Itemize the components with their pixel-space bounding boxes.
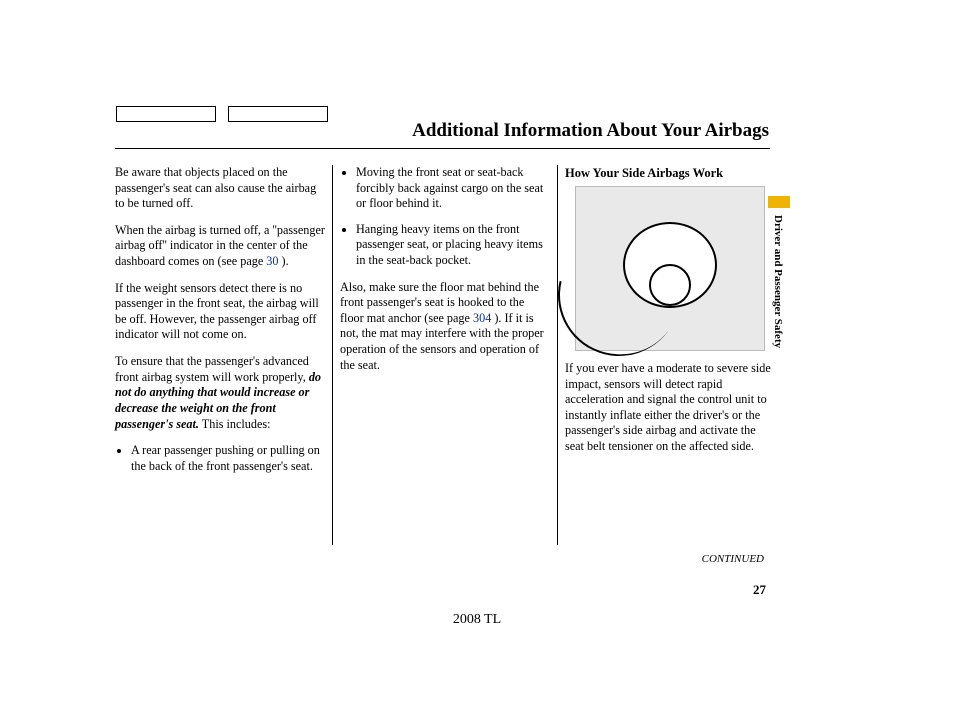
text: When the airbag is turned off, a ''passe… bbox=[115, 223, 325, 268]
page-ref-link[interactable]: 304 bbox=[473, 311, 491, 325]
column-divider bbox=[557, 165, 558, 545]
paragraph: If the weight sensors detect there is no… bbox=[115, 281, 325, 343]
tab-box bbox=[228, 106, 328, 122]
column-divider bbox=[332, 165, 333, 545]
sub-heading: How Your Side Airbags Work bbox=[565, 165, 775, 181]
paragraph: Also, make sure the floor mat behind the… bbox=[340, 280, 550, 374]
page-number: 27 bbox=[753, 582, 766, 598]
title-rule bbox=[115, 148, 770, 149]
list-item: Hanging heavy items on the front passeng… bbox=[356, 222, 550, 269]
body-columns: Be aware that objects placed on the pass… bbox=[115, 165, 775, 545]
bullet-list: Moving the front seat or seat-back forci… bbox=[340, 165, 550, 269]
text: To ensure that the passenger's advanced … bbox=[115, 354, 309, 384]
paragraph: When the airbag is turned off, a ''passe… bbox=[115, 223, 325, 270]
list-item: A rear passenger pushing or pulling on t… bbox=[131, 443, 325, 474]
bullet-list: A rear passenger pushing or pulling on t… bbox=[115, 443, 325, 474]
text: This includes: bbox=[199, 417, 271, 431]
occupant-head-icon bbox=[649, 264, 691, 306]
column-3: How Your Side Airbags Work If you ever h… bbox=[565, 165, 775, 545]
page-ref-link[interactable]: 30 bbox=[266, 254, 278, 268]
side-airbag-illustration bbox=[575, 186, 765, 351]
column-1: Be aware that objects placed on the pass… bbox=[115, 165, 325, 545]
paragraph: Be aware that objects placed on the pass… bbox=[115, 165, 325, 212]
continued-label: CONTINUED bbox=[702, 553, 764, 565]
footer-model: 2008 TL bbox=[0, 612, 954, 628]
paragraph: To ensure that the passenger's advanced … bbox=[115, 354, 325, 432]
tab-box bbox=[116, 106, 216, 122]
list-item: Moving the front seat or seat-back forci… bbox=[356, 165, 550, 212]
paragraph: If you ever have a moderate to severe si… bbox=[565, 361, 775, 455]
text: ). bbox=[278, 254, 288, 268]
top-tab-boxes bbox=[116, 106, 328, 122]
manual-page: Additional Information About Your Airbag… bbox=[0, 0, 954, 710]
page-title: Additional Information About Your Airbag… bbox=[412, 120, 769, 142]
column-2: Moving the front seat or seat-back forci… bbox=[340, 165, 550, 545]
